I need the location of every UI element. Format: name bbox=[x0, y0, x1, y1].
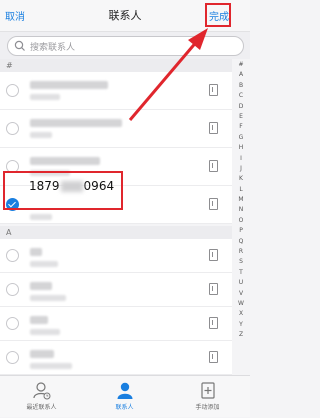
blurred-detail bbox=[30, 94, 60, 100]
contact-card-icon[interactable] bbox=[209, 351, 218, 363]
contact-card-icon[interactable] bbox=[209, 283, 218, 295]
tab-manual-add[interactable]: 手动添加 bbox=[166, 376, 249, 418]
index-letter[interactable]: I bbox=[232, 154, 250, 164]
index-letter[interactable]: L bbox=[232, 185, 250, 195]
select-radio[interactable] bbox=[6, 317, 19, 330]
section-header-a: A bbox=[0, 226, 232, 239]
index-letter[interactable]: V bbox=[232, 289, 250, 299]
contact-row[interactable] bbox=[0, 273, 232, 307]
index-letter[interactable]: D bbox=[232, 102, 250, 112]
blurred-name bbox=[30, 81, 108, 89]
tab-recent-contacts[interactable]: 最近联系人 bbox=[0, 376, 83, 418]
search-placeholder: 搜索联系人 bbox=[30, 43, 76, 53]
contact-row[interactable] bbox=[0, 72, 232, 110]
done-button[interactable]: 完成 bbox=[209, 8, 229, 23]
select-radio[interactable] bbox=[6, 283, 19, 296]
search-input[interactable]: 搜索联系人 bbox=[7, 36, 244, 56]
blurred-name bbox=[30, 316, 48, 324]
index-letter[interactable]: J bbox=[232, 164, 250, 174]
index-letter[interactable]: Y bbox=[232, 320, 250, 330]
blurred-detail bbox=[30, 363, 72, 369]
index-letter[interactable]: N bbox=[232, 205, 250, 215]
index-letter[interactable]: U bbox=[232, 278, 250, 288]
index-letter[interactable]: X bbox=[232, 309, 250, 319]
contact-row[interactable] bbox=[0, 307, 232, 341]
blurred-detail bbox=[30, 214, 52, 220]
section-header-hash: # bbox=[0, 59, 232, 72]
tab-label: 联系人 bbox=[115, 404, 134, 411]
recent-contacts-icon bbox=[32, 382, 50, 400]
contact-card-icon[interactable] bbox=[209, 249, 218, 261]
contact-row[interactable] bbox=[0, 110, 232, 148]
index-letter[interactable]: R bbox=[232, 247, 250, 257]
contact-card-icon[interactable] bbox=[209, 122, 218, 134]
index-letter[interactable]: G bbox=[232, 133, 250, 143]
select-radio[interactable] bbox=[6, 249, 19, 262]
index-letter[interactable]: B bbox=[232, 81, 250, 91]
index-letter[interactable]: W bbox=[232, 299, 250, 309]
blurred-name bbox=[30, 119, 122, 127]
contact-row[interactable] bbox=[0, 239, 232, 273]
blurred-detail bbox=[30, 295, 66, 301]
index-letter[interactable]: E bbox=[232, 112, 250, 122]
index-letter[interactable]: # bbox=[232, 60, 250, 70]
index-letter[interactable]: H bbox=[232, 143, 250, 153]
blurred-name bbox=[30, 157, 100, 165]
index-letter[interactable]: M bbox=[232, 195, 250, 205]
index-letter[interactable]: K bbox=[232, 174, 250, 184]
contacts-icon bbox=[117, 382, 132, 399]
search-bar: 搜索联系人 bbox=[0, 32, 250, 59]
select-radio[interactable] bbox=[6, 84, 19, 97]
index-letter[interactable]: F bbox=[232, 122, 250, 132]
contact-list-a bbox=[0, 239, 232, 375]
selected-contact-highlight-box bbox=[3, 171, 123, 210]
blurred-name bbox=[30, 282, 52, 290]
index-letter[interactable]: P bbox=[232, 226, 250, 236]
alphabet-index[interactable]: # A B C D E F G H I J K L M N O P Q R S T U V W X Y Z bbox=[232, 60, 250, 375]
contact-card-icon[interactable] bbox=[209, 84, 218, 96]
tab-label: 手动添加 bbox=[195, 404, 220, 411]
tab-bar: 最近联系人 联系人 手动添加 bbox=[0, 375, 250, 417]
blurred-name bbox=[30, 350, 54, 358]
select-radio[interactable] bbox=[6, 122, 19, 135]
contact-card-icon[interactable] bbox=[209, 160, 218, 172]
tab-label: 最近联系人 bbox=[26, 404, 57, 411]
contact-card-icon[interactable] bbox=[209, 198, 218, 210]
index-letter[interactable]: O bbox=[232, 216, 250, 226]
index-letter[interactable]: A bbox=[232, 70, 250, 80]
search-icon bbox=[14, 40, 25, 51]
blurred-detail bbox=[30, 261, 58, 267]
index-letter[interactable]: C bbox=[232, 91, 250, 101]
index-letter[interactable]: Z bbox=[232, 330, 250, 340]
blurred-detail bbox=[30, 329, 60, 335]
manual-add-icon bbox=[200, 382, 215, 399]
blurred-detail bbox=[30, 132, 52, 138]
index-letter[interactable]: Q bbox=[232, 237, 250, 247]
index-letter[interactable]: S bbox=[232, 257, 250, 267]
contact-row[interactable] bbox=[0, 341, 232, 375]
contact-card-icon[interactable] bbox=[209, 317, 218, 329]
select-radio[interactable] bbox=[6, 351, 19, 364]
navigation-bar: 取消 联系人 完成 bbox=[0, 0, 250, 32]
tab-contacts[interactable]: 联系人 bbox=[83, 376, 166, 418]
index-letter[interactable]: T bbox=[232, 268, 250, 278]
blurred-name bbox=[30, 248, 42, 256]
